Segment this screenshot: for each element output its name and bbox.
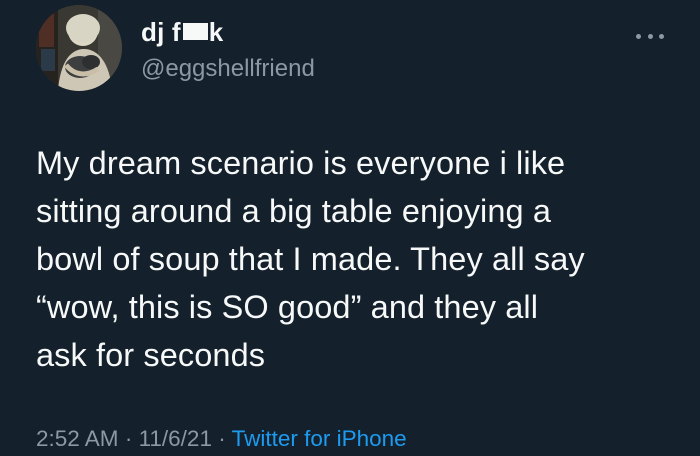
tweet-source-link[interactable]: Twitter for iPhone xyxy=(232,426,407,451)
profile-photo-icon xyxy=(36,5,122,91)
display-name-suffix: k xyxy=(208,17,224,47)
tweet-card: dj f k @eggshellfriend My dream scenario … xyxy=(0,0,700,456)
tweet-metadata: 2:52 AM · 11/6/21 · Twitter for iPhone xyxy=(36,422,407,456)
tweet-text-line: bowl of soup that I made. They all say xyxy=(36,241,585,277)
censor-bar xyxy=(182,23,208,40)
dot xyxy=(636,33,641,39)
display-name-prefix: dj f xyxy=(141,17,181,47)
tweet-text-line: “wow, this is SO good” and they all xyxy=(36,289,539,325)
avatar[interactable] xyxy=(36,5,122,91)
tweet-text-line: ask for seconds xyxy=(36,337,266,373)
user-handle[interactable]: @eggshellfriend xyxy=(141,53,315,85)
dot xyxy=(647,33,653,39)
more-options-icon[interactable] xyxy=(636,29,664,43)
display-name[interactable]: dj f k xyxy=(141,16,223,48)
tweet-date[interactable]: 11/6/21 xyxy=(139,426,212,451)
tweet-time[interactable]: 2:52 AM xyxy=(36,426,119,451)
dot xyxy=(659,33,664,39)
meta-separator: · xyxy=(118,426,139,451)
tweet-text-line: My dream scenario is everyone i like xyxy=(36,145,566,181)
meta-separator: · xyxy=(211,426,232,451)
tweet-text-line: sitting around a big table enjoying a xyxy=(36,193,552,229)
tweet-text: My dream scenario is everyone i like sit… xyxy=(36,139,686,379)
